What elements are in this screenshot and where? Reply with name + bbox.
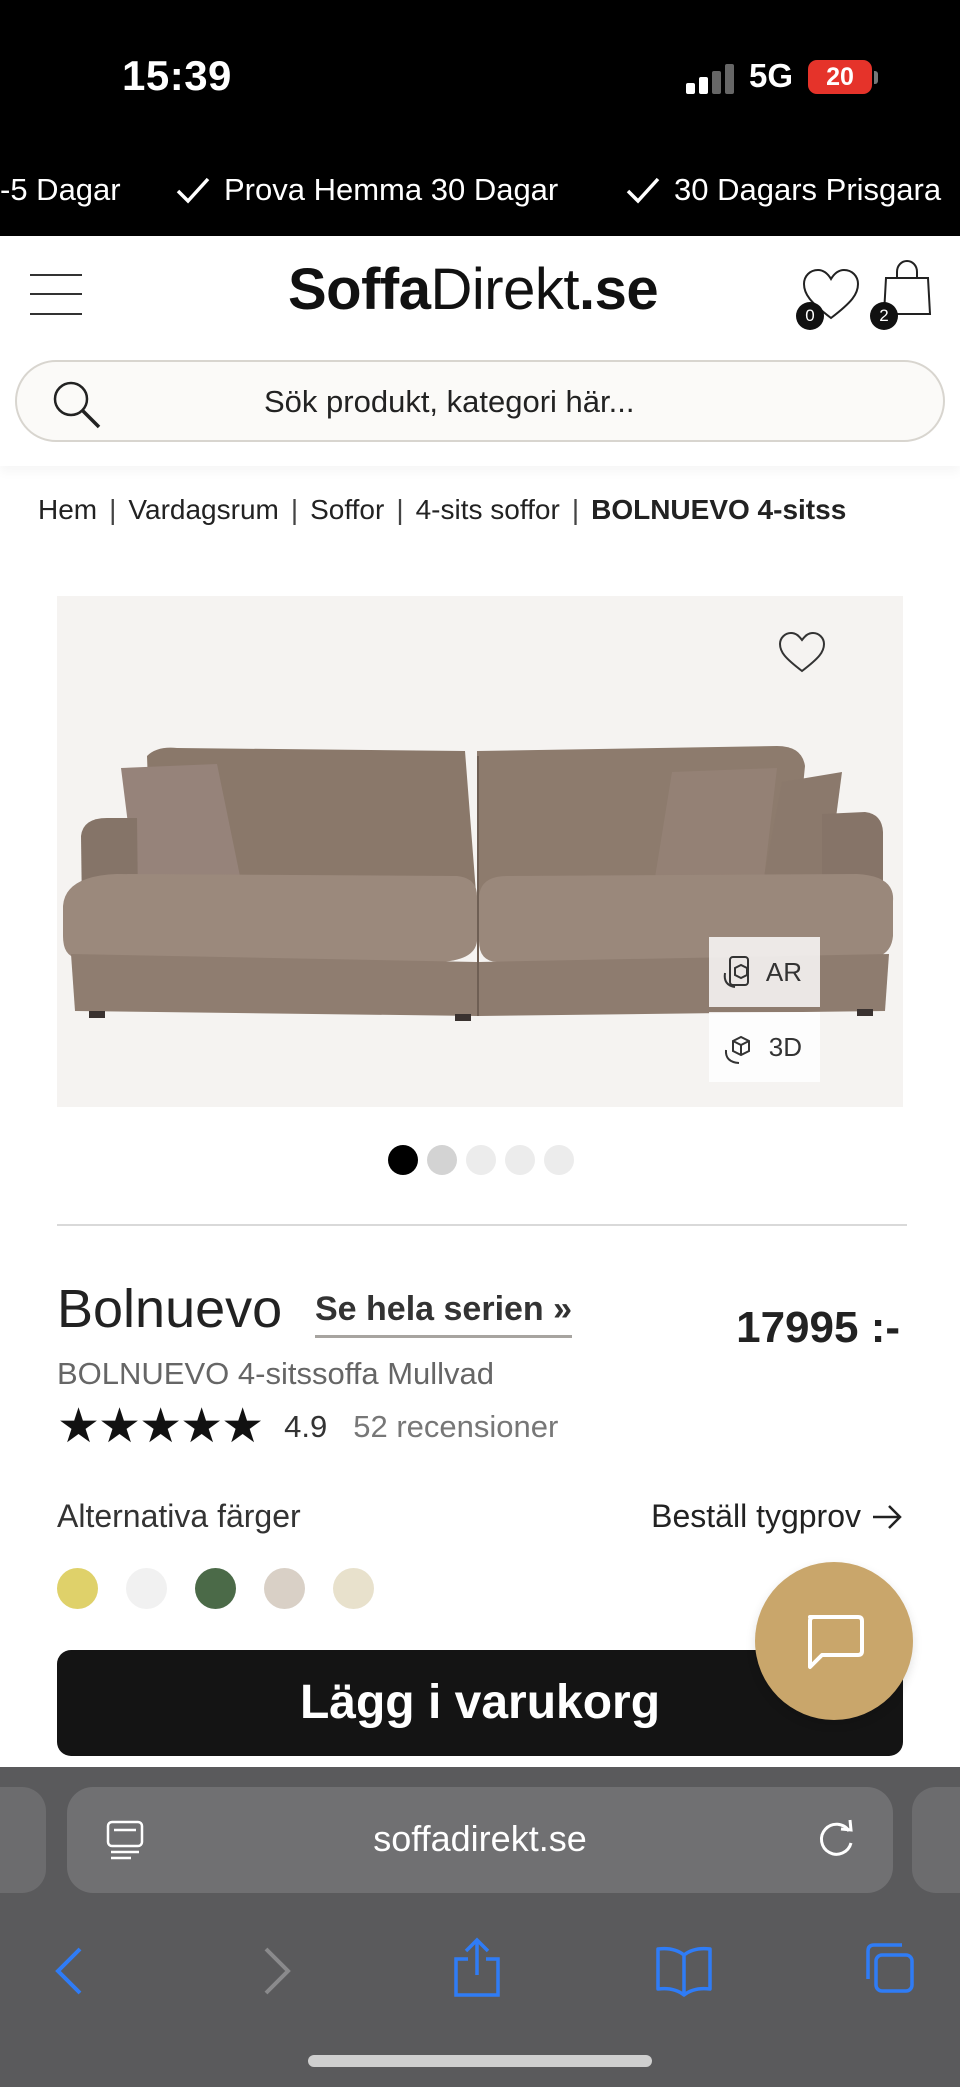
3d-view-button[interactable]: 3D — [709, 1012, 820, 1082]
breadcrumb-item-vardagsrum[interactable]: Vardagsrum — [128, 494, 278, 525]
gallery-dot[interactable] — [388, 1145, 418, 1175]
ar-view-button[interactable]: AR — [709, 937, 820, 1007]
gallery-pagination — [388, 1145, 574, 1175]
gallery-dot[interactable] — [544, 1145, 574, 1175]
status-time: 15:39 — [122, 52, 232, 99]
network-type: 5G — [749, 57, 794, 94]
order-sample-link[interactable]: Beställ tygprov — [651, 1498, 903, 1535]
gallery-dot[interactable] — [505, 1145, 535, 1175]
search-bar[interactable]: Sök produkt, kategori här... — [15, 360, 945, 442]
series-link[interactable]: Se hela serien » — [315, 1290, 573, 1338]
breadcrumb: Hem | Vardagsrum | Soffor | 4-sits soffor | BOLN… — [38, 494, 847, 525]
favorite-heart-icon[interactable] — [777, 630, 827, 674]
wishlist-button[interactable]: 0 — [796, 266, 862, 330]
breadcrumb-current: BOLNUEVO 4-sitss — [591, 494, 847, 525]
color-swatch[interactable] — [264, 1568, 305, 1609]
arrow-right-icon — [873, 1504, 902, 1529]
reload-icon[interactable] — [815, 1817, 859, 1861]
alt-colors-label: Alternativa färger — [57, 1498, 301, 1534]
signal-icon — [686, 64, 736, 94]
browser-toolbar — [0, 1917, 960, 2037]
usp-text: 30 Dagars Prisgara — [674, 172, 942, 207]
usp-item: 30 Dagars Prisgara — [626, 172, 941, 208]
ar-icon — [723, 956, 749, 988]
breadcrumb-item-soffor[interactable]: Soffor — [310, 494, 384, 525]
product-variant: BOLNUEVO 4-sitssoffa Mullvad — [57, 1356, 495, 1391]
battery-icon: 20 — [808, 60, 872, 94]
search-icon — [53, 381, 101, 429]
browser-chrome: soffadirekt.se — [0, 1767, 960, 2087]
gallery-dot[interactable] — [466, 1145, 496, 1175]
logo-part: Direkt — [430, 257, 580, 322]
product-price: 17995 :- — [736, 1303, 900, 1352]
tabs-icon[interactable] — [862, 1941, 916, 1995]
back-icon[interactable] — [52, 1945, 86, 1997]
menu-icon[interactable] — [30, 272, 82, 316]
search-placeholder: Sök produkt, kategori här... — [264, 384, 635, 419]
next-tab[interactable] — [912, 1787, 960, 1893]
color-swatch[interactable] — [126, 1568, 167, 1609]
share-icon[interactable] — [452, 1937, 502, 1997]
bookmarks-icon[interactable] — [654, 1945, 714, 1997]
logo-part: .se — [578, 257, 659, 322]
checkmark-icon — [176, 177, 210, 204]
review-count[interactable]: 52 recensioner — [353, 1409, 558, 1445]
rating-score: 4.9 — [284, 1409, 328, 1444]
usp-item: -5 Dagar — [0, 172, 121, 208]
url-text: soffadirekt.se — [373, 1818, 587, 1859]
breadcrumb-item-hem[interactable]: Hem — [38, 494, 97, 525]
cart-count-badge: 2 — [870, 302, 898, 330]
usp-text: -5 Dagar — [0, 172, 121, 207]
3d-label: 3D — [768, 1031, 802, 1062]
wishlist-count-badge: 0 — [796, 302, 824, 330]
logo-part: Soffa — [288, 257, 431, 322]
chat-button[interactable] — [755, 1562, 913, 1720]
cart-button[interactable]: 2 — [870, 258, 936, 330]
chat-bubble-icon — [808, 1615, 864, 1669]
divider — [57, 1224, 907, 1226]
site-header: SoffaDirekt.se 0 2 Sök produkt, kategori… — [0, 236, 960, 466]
3d-cube-icon — [724, 1035, 750, 1064]
home-indicator — [308, 2055, 652, 2067]
color-swatch[interactable] — [195, 1568, 236, 1609]
color-swatch[interactable] — [333, 1568, 374, 1609]
order-sample-label: Beställ tygprov — [651, 1498, 861, 1534]
product-rating[interactable]: ★★★★★ 4.9 52 recensioner — [57, 1402, 558, 1452]
address-bar[interactable]: soffadirekt.se — [67, 1787, 893, 1893]
forward-icon[interactable] — [260, 1945, 294, 1997]
color-swatch[interactable] — [57, 1568, 98, 1609]
breadcrumb-item-4-sits-soffor[interactable]: 4-sits soffor — [416, 494, 560, 525]
color-swatches — [57, 1568, 374, 1609]
usp-banner: -5 Dagar Prova Hemma 30 Dagar 30 Dagars … — [0, 150, 960, 236]
usp-item: Prova Hemma 30 Dagar — [176, 172, 558, 208]
usp-text: Prova Hemma 30 Dagar — [224, 172, 559, 207]
ar-label: AR — [765, 956, 802, 987]
site-logo[interactable]: SoffaDirekt.se — [288, 256, 659, 323]
product-name: Bolnuevo — [57, 1279, 283, 1339]
checkmark-icon — [626, 177, 660, 204]
status-bar: 15:39 5G 20 — [0, 0, 960, 150]
previous-tab[interactable] — [0, 1787, 46, 1893]
battery-tip — [874, 71, 878, 84]
star-rating-icon: ★★★★★ — [57, 1400, 264, 1453]
gallery-dot[interactable] — [427, 1145, 457, 1175]
